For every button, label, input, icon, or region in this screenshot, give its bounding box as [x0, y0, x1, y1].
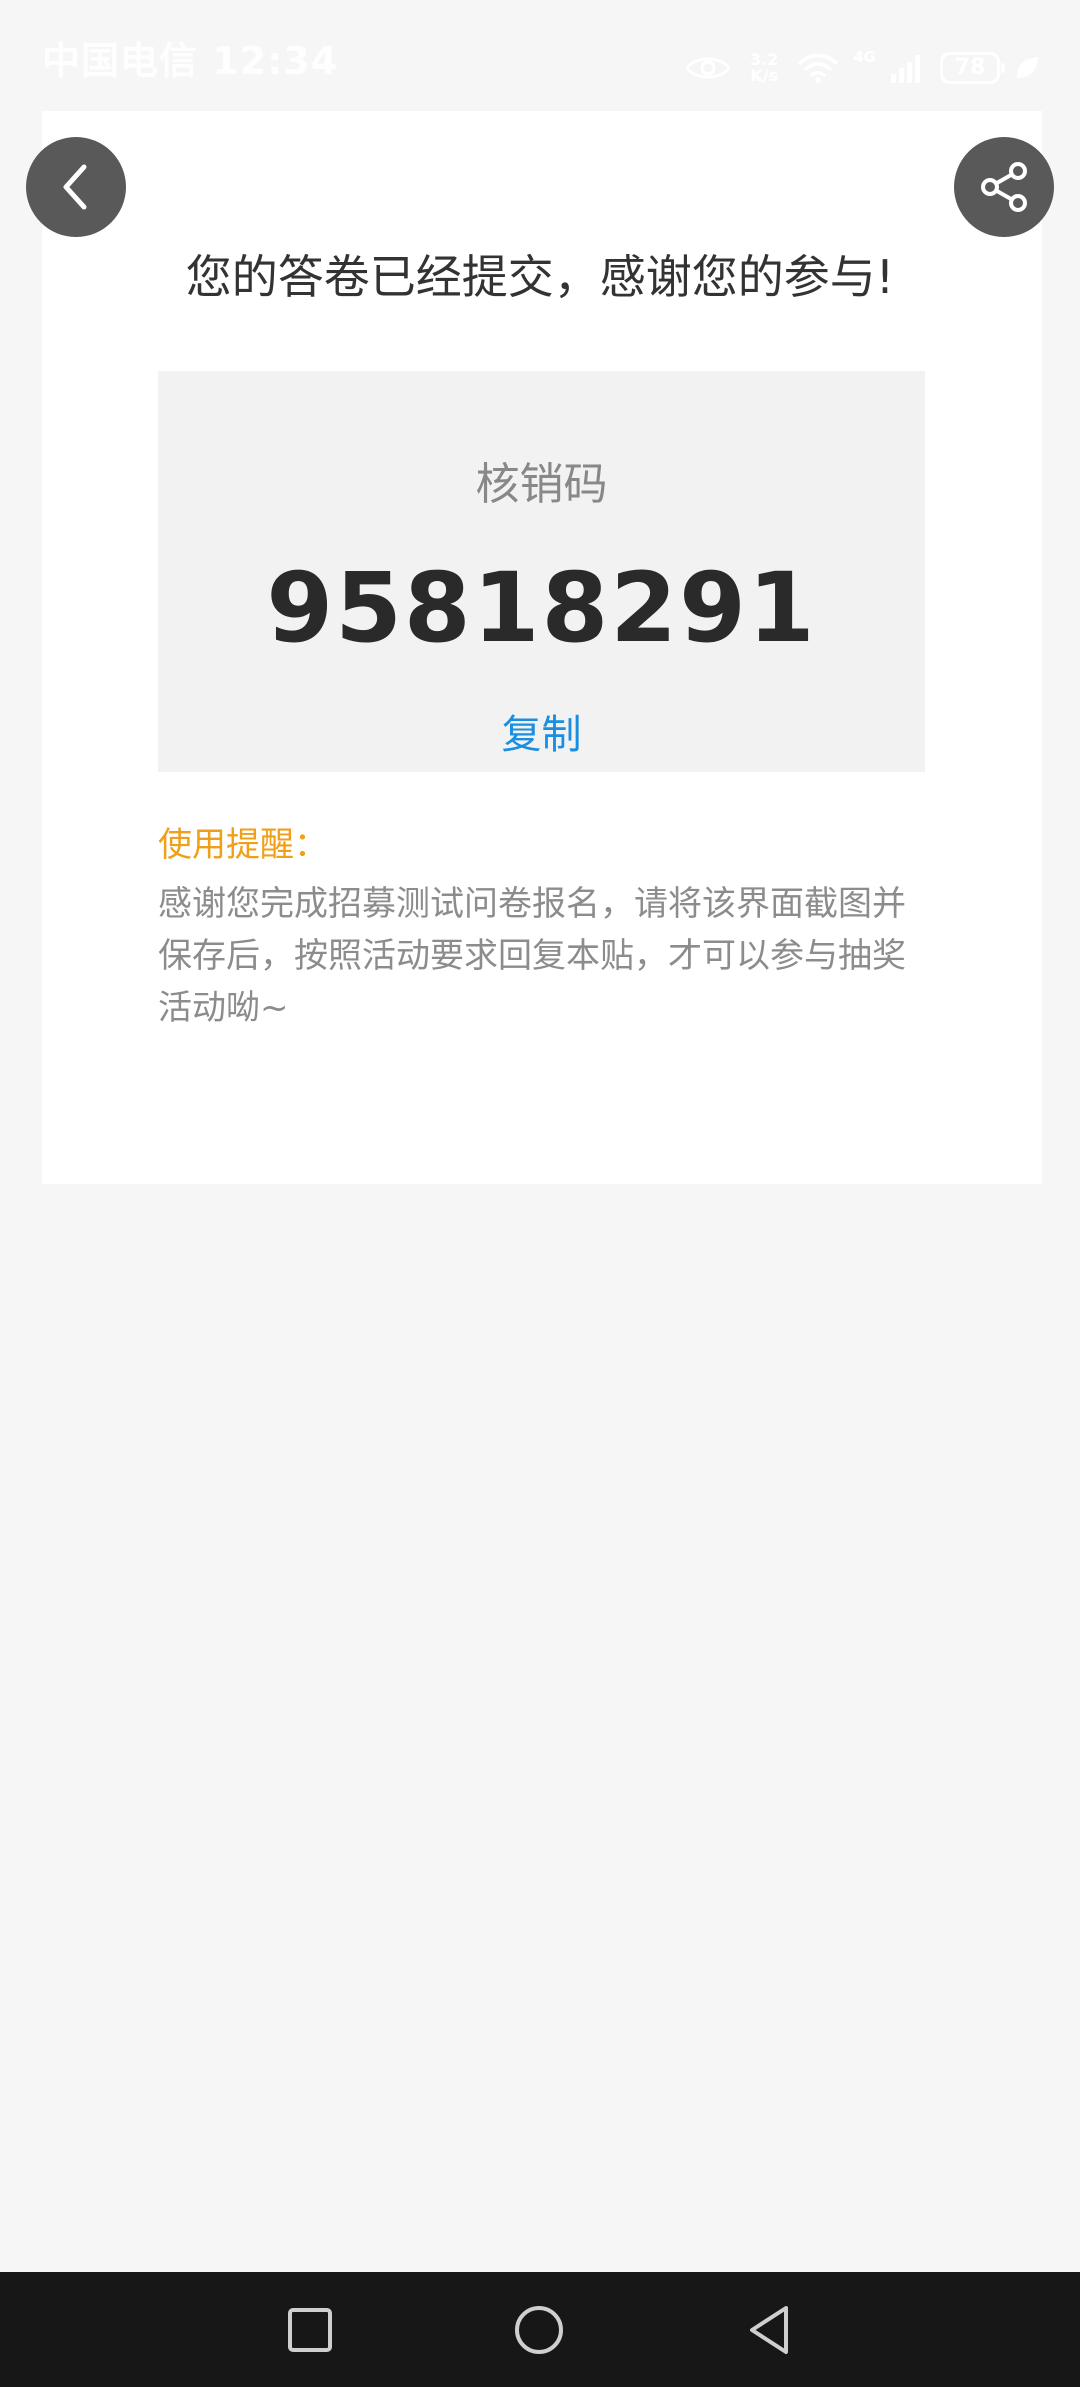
- screen: 中国电信 12:34 3.2 K/s 4G 78 您的答卷已经提交，感谢您的参与…: [0, 0, 1080, 2387]
- recent-apps-button[interactable]: [250, 2272, 370, 2387]
- code-value: 95818291: [266, 552, 817, 664]
- carrier-time: 中国电信 12:34: [42, 39, 339, 83]
- status-bar: 中国电信 12:34 3.2 K/s 4G 78: [0, 0, 1080, 110]
- wifi-icon: [797, 52, 839, 84]
- network-speed: 3.2 K/s: [750, 50, 779, 85]
- home-button[interactable]: [479, 2272, 599, 2387]
- back-button[interactable]: [26, 137, 126, 237]
- chevron-left-icon: [63, 164, 87, 210]
- navigation-bar: [0, 2272, 1080, 2387]
- verification-code-box: 核销码 95818291 复制: [158, 371, 925, 772]
- network-type: 4G: [853, 48, 876, 66]
- circle-icon: [515, 2305, 563, 2354]
- triangle-back-icon: [750, 2305, 788, 2354]
- battery-icon: 78: [940, 52, 1005, 84]
- tip-title: 使用提醒：: [158, 825, 328, 865]
- tip-text: 感谢您完成招募测试问卷报名，请将该界面截图并保存后，按照活动要求回复本贴，才可以…: [158, 884, 906, 1028]
- signal-icon: [890, 52, 926, 84]
- share-button[interactable]: [954, 137, 1054, 237]
- leaf-icon: [1014, 55, 1040, 81]
- code-label: 核销码: [475, 459, 608, 510]
- square-icon: [288, 2307, 332, 2352]
- share-icon: [981, 162, 1027, 212]
- copy-button[interactable]: 复制: [158, 711, 925, 759]
- page-title: 您的答卷已经提交，感谢您的参与!: [185, 250, 895, 304]
- system-back-button[interactable]: [710, 2272, 830, 2387]
- status-icons: 3.2 K/s 4G 78: [685, 46, 1040, 90]
- eye-icon: [685, 53, 732, 83]
- battery-level: 78: [954, 55, 986, 80]
